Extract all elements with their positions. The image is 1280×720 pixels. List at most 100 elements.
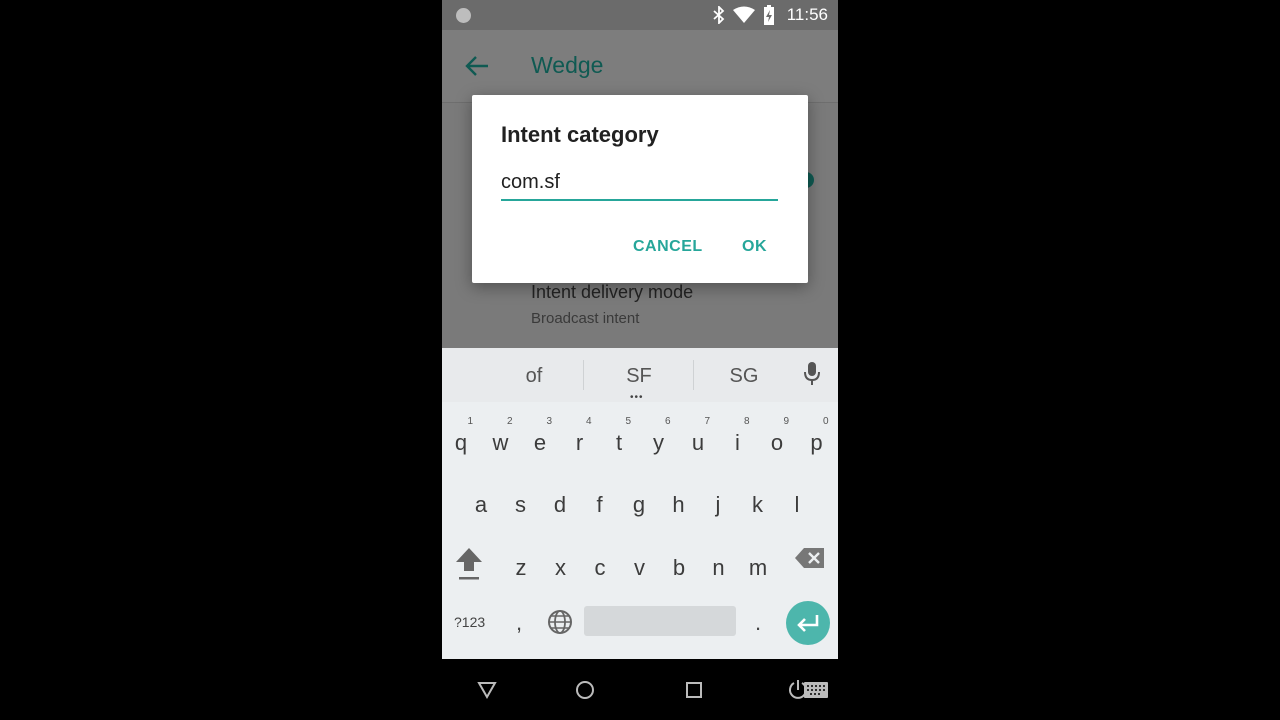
shift-icon[interactable]: [454, 546, 484, 582]
wifi-icon: [732, 6, 755, 23]
key-j[interactable]: j: [699, 470, 737, 526]
suggestion-strip: of SF ••• SG: [442, 348, 838, 403]
space-key[interactable]: [584, 606, 736, 636]
key-label: r: [575, 430, 584, 455]
key-x[interactable]: x: [542, 533, 580, 589]
key-y[interactable]: 6y: [640, 408, 678, 464]
key-label: f: [596, 492, 603, 517]
key-number-hint: 5: [625, 416, 631, 427]
key-w[interactable]: 2w: [482, 408, 520, 464]
key-number-hint: 6: [664, 416, 671, 427]
setting-subtitle-delivery-mode: Broadcast intent: [531, 310, 640, 327]
setting-title-delivery-mode[interactable]: Intent delivery mode: [531, 282, 693, 303]
globe-icon[interactable]: [547, 609, 573, 635]
key-label: q: [454, 430, 468, 455]
enter-arrow-icon: [797, 615, 819, 632]
battery-charging-icon: [763, 5, 774, 25]
key-label: k: [752, 492, 763, 517]
key-label: g: [632, 492, 646, 517]
key-label: i: [735, 430, 740, 455]
key-number-hint: 0: [822, 416, 829, 427]
key-number-hint: 3: [546, 416, 552, 427]
home-circle-icon[interactable]: [575, 680, 595, 700]
key-label: l: [794, 492, 800, 517]
key-p[interactable]: 0p: [798, 408, 836, 464]
navigation-bar: [442, 659, 838, 720]
key-label: h: [672, 492, 685, 517]
comma-key[interactable]: ,: [516, 610, 522, 636]
key-b[interactable]: b: [660, 533, 698, 589]
key-u[interactable]: 7u: [679, 408, 717, 464]
status-bar: 11:56: [442, 0, 838, 30]
ok-button[interactable]: OK: [742, 238, 767, 256]
key-d[interactable]: d: [541, 470, 579, 526]
dialog-title: Intent category: [501, 122, 659, 147]
key-label: c: [594, 555, 606, 580]
more-suggestions-icon[interactable]: •••: [630, 392, 644, 403]
key-label: y: [653, 430, 664, 455]
key-a[interactable]: a: [462, 470, 500, 526]
notification-dot-icon: [456, 8, 471, 23]
keyboard-switch-icon[interactable]: [782, 678, 830, 702]
key-label: m: [748, 555, 768, 580]
period-key[interactable]: .: [755, 610, 761, 636]
app-title: Wedge: [531, 52, 604, 78]
suggestion-item[interactable]: of: [514, 365, 554, 388]
soft-keyboard: of SF ••• SG ?123 , . 1 q 2 w 3 e 4 r 5 …: [442, 348, 838, 659]
key-o[interactable]: 9o: [758, 408, 796, 464]
key-h[interactable]: h: [660, 470, 698, 526]
key-label: w: [492, 430, 509, 455]
key-z[interactable]: z: [502, 533, 540, 589]
key-label: n: [712, 555, 725, 580]
status-time: 11:56: [786, 5, 828, 24]
key-r[interactable]: 4r: [561, 408, 599, 464]
key-e[interactable]: 3e: [521, 408, 559, 464]
key-k[interactable]: k: [739, 470, 777, 526]
key-q[interactable]: 1q: [442, 408, 480, 464]
intent-category-dialog: Intent category CANCEL OK: [472, 95, 808, 283]
key-t[interactable]: 5t: [600, 408, 638, 464]
key-number-hint: 1: [467, 416, 473, 427]
key-number-hint: 9: [783, 416, 789, 427]
key-label: v: [634, 555, 645, 580]
suggestion-item[interactable]: SG: [724, 365, 764, 388]
back-triangle-icon[interactable]: [477, 681, 497, 699]
arrow-left-icon[interactable]: [464, 54, 490, 78]
bluetooth-icon: [713, 6, 725, 24]
key-v[interactable]: v: [621, 533, 659, 589]
key-label: x: [555, 555, 566, 580]
symbols-key[interactable]: ?123: [454, 614, 485, 630]
key-i[interactable]: 8i: [719, 408, 757, 464]
key-label: p: [810, 430, 823, 455]
recents-square-icon[interactable]: [685, 681, 703, 699]
key-label: e: [533, 430, 547, 455]
key-number-hint: 8: [743, 416, 750, 427]
key-label: t: [615, 430, 623, 455]
key-label: d: [553, 492, 567, 517]
key-label: z: [515, 555, 527, 580]
key-c[interactable]: c: [581, 533, 619, 589]
status-icons: 11:56: [713, 0, 828, 30]
key-label: s: [515, 492, 526, 517]
key-label: o: [770, 430, 784, 455]
backspace-icon[interactable]: [794, 546, 826, 570]
key-label: u: [691, 430, 705, 455]
key-label: a: [474, 492, 488, 517]
key-s[interactable]: s: [502, 470, 540, 526]
cancel-button[interactable]: CANCEL: [633, 238, 703, 256]
key-number-hint: 2: [506, 416, 513, 427]
suggestion-item[interactable]: SF: [619, 365, 659, 388]
suggestion-divider: [693, 360, 694, 390]
key-g[interactable]: g: [620, 470, 658, 526]
enter-key[interactable]: [786, 601, 830, 645]
key-m[interactable]: m: [739, 533, 777, 589]
key-l[interactable]: l: [778, 470, 816, 526]
key-n[interactable]: n: [700, 533, 738, 589]
intent-category-input[interactable]: [501, 165, 778, 201]
phone-screen: 11:56 Wedge Intent delivery mode Broadca…: [442, 0, 838, 720]
microphone-icon[interactable]: [804, 361, 820, 387]
key-label: j: [715, 492, 721, 517]
key-number-hint: 4: [585, 416, 592, 427]
key-f[interactable]: f: [581, 470, 619, 526]
suggestion-divider: [583, 360, 584, 390]
